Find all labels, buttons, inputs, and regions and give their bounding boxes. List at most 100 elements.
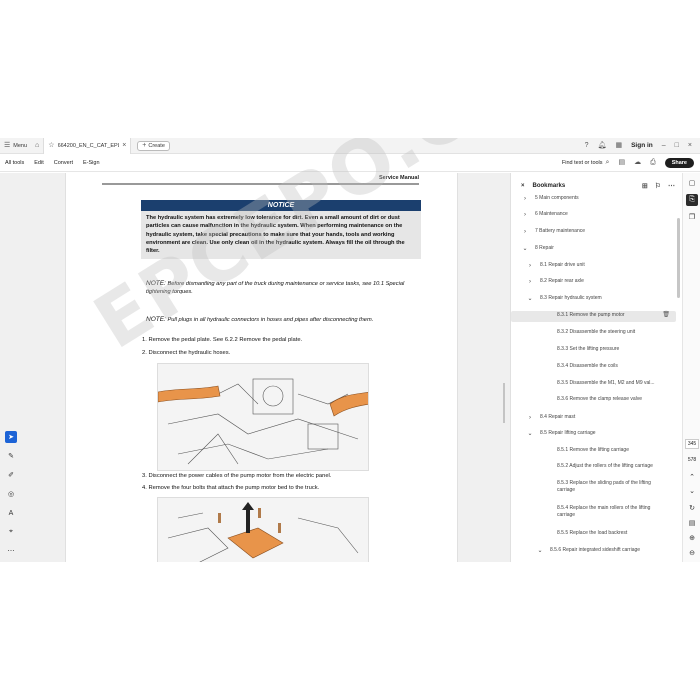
- more-tools-icon[interactable]: ⋯: [5, 545, 17, 557]
- bookmark-item[interactable]: 8.3.5 Disassemble the M1, M2 and M9 val.…: [511, 379, 676, 389]
- chevron-right-icon[interactable]: ›: [526, 278, 534, 286]
- current-page-input[interactable]: 345: [685, 439, 699, 449]
- document-viewer: Service Manual NOTICE The hydraulic syst…: [0, 138, 604, 562]
- bookmark-label: 8.3.4 Disassemble the coils: [557, 363, 618, 369]
- create-button[interactable]: + Create: [137, 140, 170, 151]
- print-icon[interactable]: ⎙: [650, 159, 656, 166]
- bookmark-item[interactable]: › 8.4 Repair mast: [511, 413, 676, 423]
- bookmarks-panel: × Bookmarks ⊞ ⚐ ⋯ › 5 Main components › 6 M…: [510, 173, 682, 562]
- chevron-down-icon[interactable]: ⌄: [526, 295, 534, 303]
- menu-edit[interactable]: Edit: [29, 160, 48, 166]
- bookmark-label: 8.5.4 Replace the main rollers of the li…: [557, 505, 651, 518]
- bookmark-label: 8.5.5 Replace the load backrest: [557, 530, 628, 536]
- page-down-icon[interactable]: ⌄: [686, 485, 698, 497]
- zoom-in-icon[interactable]: ⊕: [686, 532, 698, 544]
- bookmarks-panel-icon[interactable]: ⎘: [686, 194, 698, 206]
- apps-grid-icon[interactable]: ▦: [615, 142, 622, 149]
- chevron-right-icon[interactable]: ›: [521, 195, 529, 203]
- close-icon[interactable]: ×: [122, 142, 126, 149]
- menu-convert[interactable]: Convert: [49, 160, 78, 166]
- comment-panel-icon[interactable]: ▢: [686, 177, 698, 189]
- chevron-right-icon[interactable]: ›: [521, 228, 529, 236]
- highlight-tool-icon[interactable]: ✐: [5, 469, 17, 481]
- bookmark-item[interactable]: › 8.2 Repair rear axle: [511, 277, 676, 287]
- chevron-right-icon[interactable]: ›: [526, 262, 534, 270]
- hydraulic-hoses-figure: [157, 363, 369, 471]
- bookmark-label: 8.1 Repair drive unit: [540, 262, 585, 268]
- bookmark-add-icon[interactable]: ⚐: [655, 183, 661, 190]
- find-label: Find text or tools: [561, 159, 603, 166]
- bookmark-item[interactable]: 8.5.5 Replace the load backrest: [511, 529, 676, 539]
- bookmark-item[interactable]: › 6 Maintenance: [511, 210, 676, 220]
- draw-tool-icon[interactable]: ◎: [5, 488, 17, 500]
- note-2: NOTE: Pull plugs in all hydraulic connec…: [146, 315, 421, 324]
- panel-resize-handle[interactable]: [502, 383, 506, 423]
- notice-body: The hydraulic system has extremely low t…: [141, 211, 421, 260]
- chevron-down-icon[interactable]: ⌄: [526, 430, 534, 438]
- bookmark-item[interactable]: 8.3.6 Remove the clamp release valve: [511, 395, 676, 405]
- maximize-icon[interactable]: □: [675, 142, 679, 149]
- bookmark-item[interactable]: ⌄ 8.5 Repair lifting carriage: [511, 429, 676, 439]
- copy-icon[interactable]: ❐: [686, 211, 698, 223]
- bookmark-item[interactable]: 8.3.2 Disassemble the steering unit: [511, 328, 676, 338]
- bookmark-label: 8.3.2 Disassemble the steering unit: [557, 329, 636, 335]
- bookmark-item[interactable]: 8.3.4 Disassemble the coils: [511, 362, 676, 372]
- home-button[interactable]: ⌂: [31, 138, 43, 154]
- star-icon: ☆: [48, 142, 55, 149]
- hamburger-icon: ☰: [4, 142, 11, 149]
- chevron-down-icon[interactable]: ⌄: [521, 245, 529, 253]
- page-view-icon[interactable]: ▤: [686, 517, 698, 529]
- zoom-out-icon[interactable]: ⊖: [686, 547, 698, 559]
- bookmark-item[interactable]: › 5 Main components: [511, 194, 676, 204]
- bookmark-label: 8.5.6 Repair integrated sideshift carria…: [550, 547, 641, 553]
- home-icon: ⌂: [35, 142, 40, 149]
- notice-box: NOTICE The hydraulic system has extremel…: [141, 200, 421, 260]
- find-tools-search[interactable]: Find text or tools ⌕: [562, 159, 610, 166]
- bookmark-item[interactable]: ⌄ 8.5.6 Repair integrated sideshift carri…: [511, 546, 676, 556]
- select-tool-icon[interactable]: ➤: [5, 431, 17, 443]
- window-close-icon[interactable]: ×: [688, 142, 692, 149]
- stamp-tool-icon[interactable]: ⌖: [5, 526, 17, 538]
- help-icon[interactable]: ?: [585, 142, 589, 149]
- more-options-icon[interactable]: ⋯: [668, 183, 675, 190]
- note-2-text: Pull plugs in all hydraulic connectors i…: [167, 317, 374, 323]
- bookmark-item[interactable]: 8.5.4 Replace the main rollers of the li…: [511, 504, 676, 524]
- bookmark-edit-icon[interactable]: ⊞: [642, 183, 648, 190]
- step-3: 3. Disconnect the power cables of the pu…: [142, 473, 332, 479]
- bookmarks-title: Bookmarks: [532, 183, 566, 189]
- bookmark-item[interactable]: › 7 Battery maintenance: [511, 227, 676, 237]
- chevron-right-icon[interactable]: ›: [526, 414, 534, 422]
- bookmark-item[interactable]: › 8.1 Repair drive unit: [511, 261, 676, 271]
- bookmark-label: 6 Maintenance: [535, 211, 568, 217]
- tab-document[interactable]: ☆ 664200_EN_C_CAT_EPL ×: [43, 138, 132, 154]
- chevron-right-icon[interactable]: ›: [521, 211, 529, 219]
- page-up-icon[interactable]: ⌃: [686, 471, 698, 483]
- sign-in-button[interactable]: Sign in: [631, 142, 653, 149]
- chevron-down-icon[interactable]: ⌄: [536, 547, 544, 555]
- trash-icon[interactable]: 🗑︎: [662, 312, 670, 318]
- bell-icon[interactable]: 🔔︎: [598, 142, 607, 149]
- minimize-icon[interactable]: –: [662, 142, 666, 149]
- bookmark-label: 8.3.6 Remove the clamp release valve: [557, 396, 643, 402]
- bookmark-item[interactable]: 8.5.3 Replace the sliding pads of the li…: [511, 479, 676, 499]
- plus-icon: +: [142, 142, 147, 149]
- menu-esign[interactable]: E-Sign: [78, 160, 105, 166]
- bookmark-item[interactable]: 8.5.1 Remove the lifting carriage: [511, 446, 676, 456]
- bookmark-item[interactable]: ⌄ 8 Repair: [511, 244, 676, 254]
- bookmark-item[interactable]: 8.5.2 Adjust the rollers of the lifting …: [511, 462, 676, 472]
- menu-label: Menu: [13, 142, 28, 149]
- menu-all-tools[interactable]: All tools: [0, 160, 29, 166]
- step-4: 4. Remove the four bolts that attach the…: [142, 485, 320, 491]
- upload-cloud-icon[interactable]: ☁: [634, 159, 641, 166]
- menu-button[interactable]: ☰ Menu: [0, 138, 31, 154]
- bookmark-item[interactable]: ⌄ 8.3 Repair hydraulic system: [511, 294, 676, 304]
- bookmarks-scrollbar[interactable]: [677, 218, 680, 298]
- comment-tool-icon[interactable]: ✎: [5, 450, 17, 462]
- share-button[interactable]: Share: [664, 157, 694, 168]
- rotate-icon[interactable]: ↻: [686, 502, 698, 514]
- close-panel-icon[interactable]: ×: [521, 183, 525, 189]
- bookmark-item-selected[interactable]: 8.3.1 Remove the pump motor 🗑︎: [511, 311, 676, 322]
- text-tool-icon[interactable]: A: [5, 507, 17, 519]
- thumbnail-icon[interactable]: ▤: [618, 159, 625, 166]
- bookmark-item[interactable]: 8.3.3 Set the lifting pressure: [511, 345, 676, 355]
